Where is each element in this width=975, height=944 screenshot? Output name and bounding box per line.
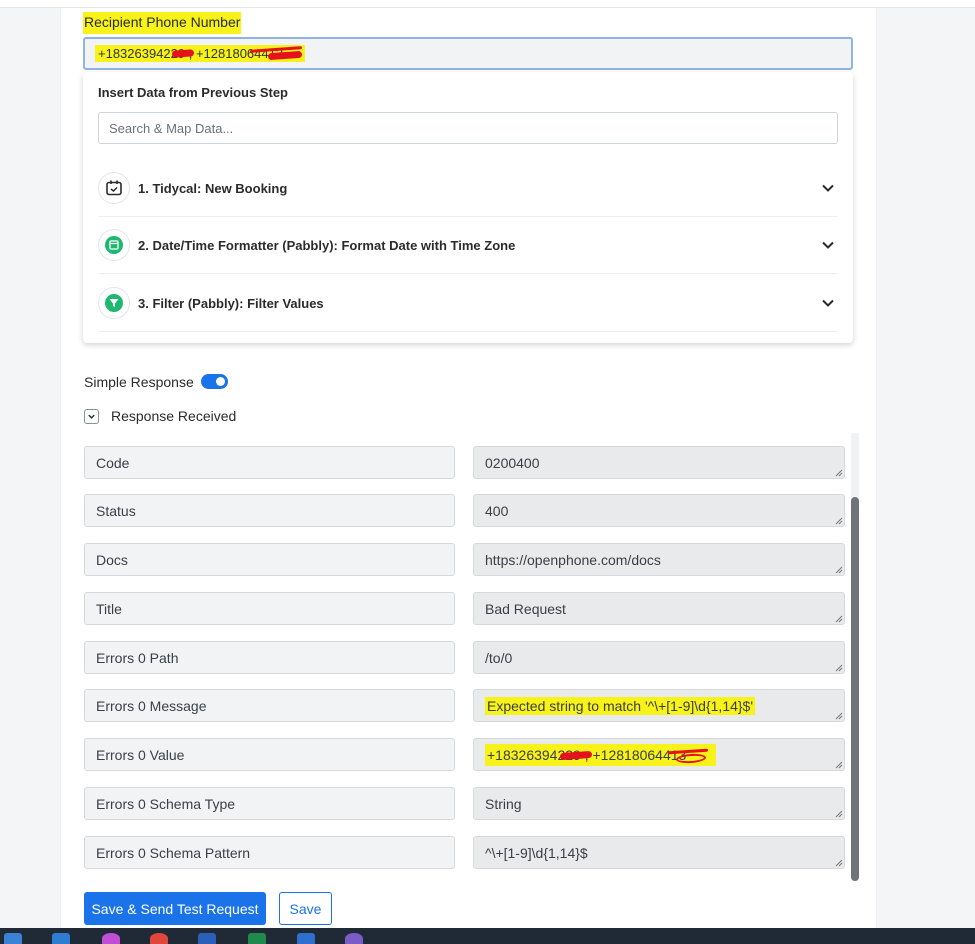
step-item-filter[interactable]: 3. Filter (Pabbly): Filter Values bbox=[98, 275, 838, 332]
chevron-down-icon[interactable] bbox=[820, 180, 836, 196]
excel-icon[interactable] bbox=[248, 933, 266, 944]
response-key: Errors 0 Schema Pattern bbox=[84, 836, 455, 869]
response-key: Title bbox=[84, 592, 455, 625]
chevron-down-icon[interactable] bbox=[820, 295, 836, 311]
resize-handle-icon[interactable] bbox=[835, 517, 843, 525]
search-map-data-input[interactable] bbox=[98, 112, 838, 144]
taskbar-app-icon[interactable] bbox=[4, 933, 22, 944]
chrome-icon[interactable] bbox=[150, 933, 168, 944]
toggle-knob bbox=[216, 377, 225, 386]
step-item-tidycal[interactable]: 1. Tidycal: New Booking bbox=[98, 160, 838, 217]
response-value[interactable]: 400 bbox=[473, 494, 845, 527]
date-formatter-icon bbox=[98, 229, 130, 261]
taskbar-app-icon[interactable] bbox=[52, 933, 70, 944]
response-value[interactable]: Bad Request bbox=[473, 592, 845, 625]
response-received-toggle[interactable] bbox=[84, 409, 99, 424]
insert-data-dropdown: Insert Data from Previous Step 1. Tidyca… bbox=[83, 72, 853, 343]
response-key: Errors 0 Value bbox=[84, 738, 455, 771]
response-value-text: https://openphone.com/docs bbox=[485, 551, 661, 568]
resize-handle-icon[interactable] bbox=[835, 712, 843, 720]
step-label: 3. Filter (Pabbly): Filter Values bbox=[138, 295, 324, 311]
resize-handle-icon[interactable] bbox=[835, 810, 843, 818]
chevron-down-icon bbox=[88, 414, 95, 419]
taskbar-app-icon[interactable] bbox=[102, 933, 120, 944]
response-value-text: String bbox=[485, 795, 522, 812]
resize-handle-icon[interactable] bbox=[835, 664, 843, 672]
insert-data-title: Insert Data from Previous Step bbox=[98, 85, 288, 100]
resize-handle-icon[interactable] bbox=[835, 566, 843, 574]
response-value[interactable]: https://openphone.com/docs bbox=[473, 543, 845, 576]
simple-response-toggle[interactable] bbox=[201, 374, 228, 389]
response-key: Status bbox=[84, 494, 455, 527]
response-scrollbar-thumb[interactable] bbox=[851, 497, 859, 881]
step-label: 1. Tidycal: New Booking bbox=[138, 180, 288, 196]
response-value[interactable]: ^\+[1-9]\d{1,14}$ bbox=[473, 836, 845, 869]
taskbar bbox=[0, 928, 975, 944]
response-value-text: 0200400 bbox=[485, 454, 540, 471]
recipient-phone-label: Recipient Phone Number bbox=[83, 12, 242, 34]
save-send-test-request-button[interactable]: Save & Send Test Request bbox=[84, 892, 266, 925]
response-value-text: /to/0 bbox=[485, 649, 513, 666]
slack-icon[interactable] bbox=[345, 933, 363, 944]
response-key: Errors 0 Schema Type bbox=[84, 787, 455, 820]
resize-handle-icon[interactable] bbox=[835, 761, 843, 769]
taskbar-app-icon[interactable] bbox=[297, 933, 315, 944]
chevron-down-icon[interactable] bbox=[820, 237, 836, 253]
filter-icon bbox=[98, 287, 130, 319]
resize-handle-icon[interactable] bbox=[835, 615, 843, 623]
response-value-text: ^\+[1-9]\d{1,14}$ bbox=[485, 844, 588, 861]
save-button[interactable]: Save bbox=[279, 892, 332, 925]
response-key: Docs bbox=[84, 543, 455, 576]
response-value[interactable]: String bbox=[473, 787, 845, 820]
simple-response-label: Simple Response bbox=[84, 374, 194, 390]
response-value[interactable]: +18326394229 , +12818064413 bbox=[473, 738, 845, 771]
top-bar bbox=[0, 0, 975, 8]
resize-handle-icon[interactable] bbox=[835, 859, 843, 867]
recipient-phone-input[interactable]: +18326394229 , +12818064413 bbox=[83, 37, 853, 70]
response-value[interactable]: Expected string to match '^\+[1-9]\d{1,1… bbox=[473, 689, 845, 722]
response-value-text: Expected string to match '^\+[1-9]\d{1,1… bbox=[485, 696, 756, 715]
response-received-label: Response Received bbox=[111, 408, 237, 424]
response-value[interactable]: 0200400 bbox=[473, 446, 845, 479]
step-item-date-formatter[interactable]: 2. Date/Time Formatter (Pabbly): Format … bbox=[98, 217, 838, 274]
word-icon[interactable] bbox=[198, 933, 216, 944]
response-key: Errors 0 Message bbox=[84, 689, 455, 722]
response-value-text: 400 bbox=[485, 502, 509, 519]
resize-handle-icon[interactable] bbox=[835, 469, 843, 477]
response-value[interactable]: /to/0 bbox=[473, 641, 845, 674]
response-key: Code bbox=[84, 446, 455, 479]
calendar-icon bbox=[98, 172, 130, 204]
response-key: Errors 0 Path bbox=[84, 641, 455, 674]
response-value-text: Bad Request bbox=[485, 600, 566, 617]
step-label: 2. Date/Time Formatter (Pabbly): Format … bbox=[138, 237, 516, 253]
